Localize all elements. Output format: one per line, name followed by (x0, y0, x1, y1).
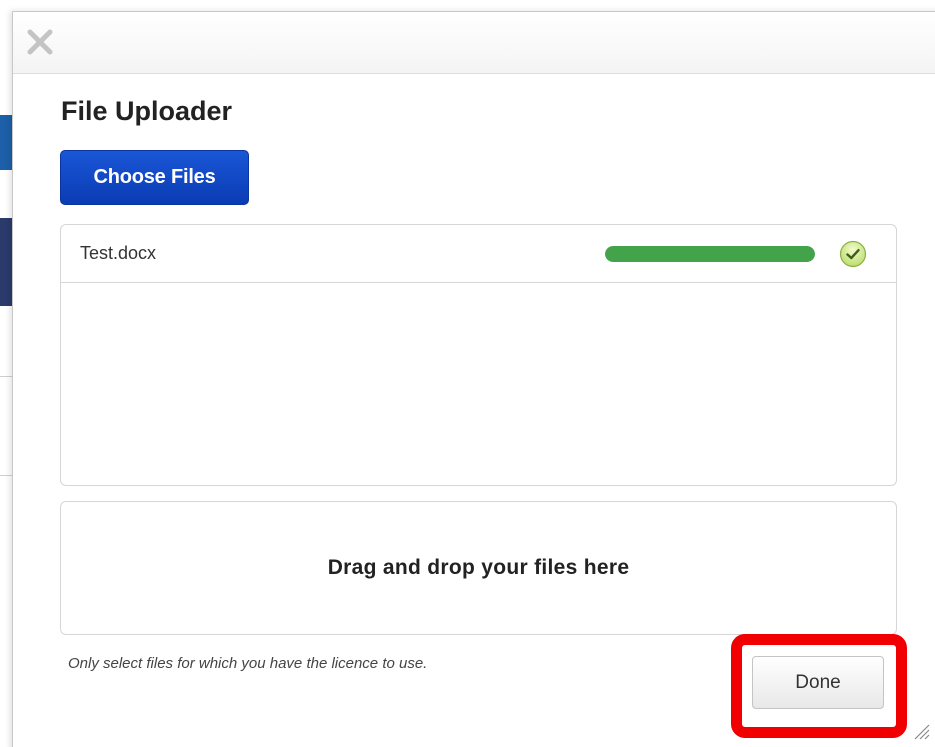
choose-files-button[interactable]: Choose Files (60, 150, 249, 205)
file-name: Test.docx (80, 243, 157, 263)
background-divider (0, 376, 12, 377)
check-circle-icon (839, 240, 867, 268)
background-page (0, 0, 12, 747)
background-navy-block (0, 218, 12, 306)
file-row: Test.docx (61, 225, 896, 283)
background-divider (0, 475, 12, 476)
page: File Uploader Choose Files Test.docx Dra… (0, 0, 935, 747)
dialog-titlebar (13, 12, 935, 74)
background-blue-block (0, 115, 12, 170)
drop-zone-text: Drag and drop your files here (327, 556, 630, 579)
upload-progress-bar (605, 246, 815, 262)
drop-zone[interactable]: Drag and drop your files here (60, 501, 897, 635)
upload-progress-fill (605, 246, 815, 262)
file-list: Test.docx (60, 224, 897, 486)
close-button[interactable] (26, 28, 54, 56)
close-icon (27, 29, 53, 55)
done-button[interactable]: Done (752, 656, 884, 709)
licence-note: Only select files for which you have the… (68, 655, 428, 672)
resize-grip-icon[interactable] (912, 722, 930, 740)
dialog-title: File Uploader (61, 96, 233, 126)
